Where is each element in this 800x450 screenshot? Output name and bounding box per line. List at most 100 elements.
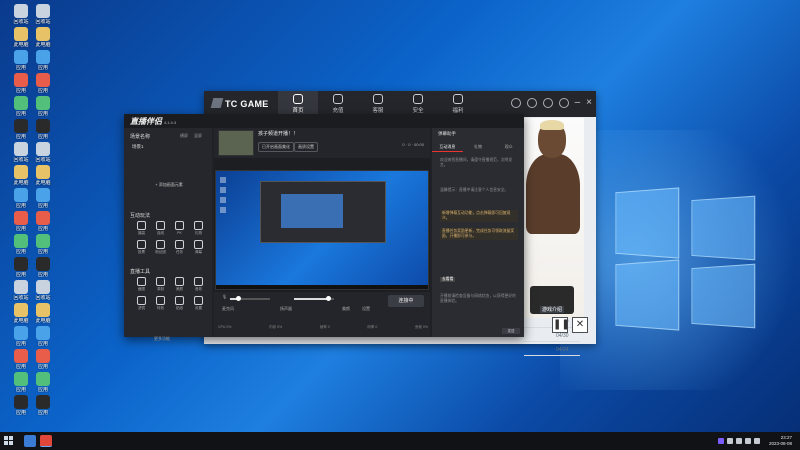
scene-label: 场景名称	[130, 134, 151, 140]
mic-icon[interactable]: 🎙	[222, 294, 227, 299]
speaker-slider[interactable]	[294, 296, 334, 301]
desktop-shortcut[interactable]: 应用	[30, 395, 56, 416]
desktop-shortcut[interactable]: 应用	[30, 119, 56, 140]
tray-notification-icon[interactable]	[753, 438, 760, 444]
tray-app-icon[interactable]	[717, 438, 724, 444]
desktop-shortcut[interactable]: 应用	[30, 211, 56, 232]
tool-button[interactable]: PK	[170, 221, 189, 236]
add-source-button[interactable]: + 添加画面元素	[138, 181, 200, 189]
tool-button[interactable]: 设置	[189, 296, 208, 311]
tool-button[interactable]: 弹幕	[189, 240, 208, 255]
tool-button[interactable]: 礼物	[189, 221, 208, 236]
scene-tab-portrait[interactable]: 竖屏	[194, 133, 202, 139]
scene-tab-landscape[interactable]: 横屏	[180, 133, 188, 139]
tc-logo: TC GAME	[210, 98, 269, 109]
danmu-panel-title: 弹幕助手	[438, 131, 456, 136]
tray-volume-icon[interactable]	[735, 438, 742, 444]
speaker-slider-knob[interactable]	[326, 296, 331, 301]
send-button[interactable]: 发送	[502, 328, 520, 334]
recycle-bin-icon	[36, 4, 50, 18]
desktop-shortcut-label: 此电脑	[35, 42, 51, 48]
settings-icon[interactable]	[558, 98, 569, 108]
tc-record-date[interactable]: 04/24	[556, 347, 569, 353]
desktop-shortcut[interactable]: 应用	[30, 188, 56, 209]
desktop-shortcut[interactable]: 应用	[30, 372, 56, 393]
desktop-shortcut[interactable]: 此电脑	[30, 27, 56, 48]
desktop-shortcut[interactable]: 应用	[30, 326, 56, 347]
taskbar-app-icon[interactable]	[40, 435, 52, 447]
folder-icon	[14, 165, 28, 179]
scene-item[interactable]: 场景1	[132, 144, 144, 150]
beauty-status-chip[interactable]: 已开启画面美化	[258, 142, 294, 152]
go-live-button[interactable]: 连接中	[388, 295, 424, 307]
tray-network-icon[interactable]	[726, 438, 733, 444]
more-functions-link[interactable]: 更多功能	[154, 336, 170, 342]
minimize-icon[interactable]: –	[575, 98, 581, 108]
stream-preview[interactable]	[215, 170, 429, 290]
tc-nav-icon	[373, 94, 383, 104]
room-title[interactable]: 孩子频道开播！！	[258, 130, 298, 137]
tool-button[interactable]: 投票	[132, 240, 151, 255]
tool-button[interactable]: 粉丝团	[151, 240, 170, 255]
app-icon	[14, 96, 28, 110]
stream-header[interactable]: 直播伴侣 4.1.0.3	[124, 114, 524, 128]
app-icon	[36, 349, 50, 363]
tc-record-date[interactable]: 04/30	[556, 333, 569, 339]
desktop-shortcut[interactable]: 回收站	[30, 142, 56, 163]
beauty-label[interactable]: 美颜	[342, 306, 350, 312]
settings-label[interactable]: 设置	[362, 306, 370, 312]
danmu-tab[interactable]: 礼物	[463, 142, 494, 152]
tool-button[interactable]: 特效	[151, 296, 170, 311]
tool-button[interactable]: 录制	[151, 277, 170, 292]
app-icon	[14, 50, 28, 64]
tool-button[interactable]: 贴纸	[170, 296, 189, 311]
stop-button[interactable]: ✕	[572, 317, 588, 333]
taskbar-clock[interactable]: 23:27 2023-08-08	[769, 435, 792, 447]
desktop-shortcut[interactable]: 应用	[30, 349, 56, 370]
tc-nav-icon	[333, 94, 343, 104]
room-cover-thumbnail[interactable]	[218, 130, 254, 156]
tool-button[interactable]: 美颜	[170, 277, 189, 292]
desktop-shortcut[interactable]: 应用	[30, 96, 56, 117]
tool-icon	[156, 221, 165, 230]
danmu-tab[interactable]: 观众	[493, 142, 524, 152]
desktop-shortcut[interactable]: 应用	[30, 234, 56, 255]
start-button[interactable]	[4, 436, 14, 446]
desktop-shortcut[interactable]: 此电脑	[30, 303, 56, 324]
tool-button[interactable]: 连线	[151, 221, 170, 236]
desktop-shortcut[interactable]: 应用	[30, 257, 56, 278]
pause-button[interactable]: ❚❚	[552, 317, 570, 333]
tool-button[interactable]: 截图	[132, 277, 151, 292]
tool-button[interactable]: 滤镜	[132, 296, 151, 311]
poster-tag[interactable]: 游戏介绍	[540, 306, 565, 313]
tool-button[interactable]: 任务	[170, 240, 189, 255]
desktop-shortcut[interactable]: 回收站	[30, 280, 56, 301]
danmu-tab[interactable]: 互动消息	[432, 142, 463, 152]
desktop-shortcut[interactable]: 应用	[30, 50, 56, 71]
desktop-shortcut[interactable]: 应用	[30, 73, 56, 94]
app-icon	[36, 234, 50, 248]
quality-chip[interactable]: 画质设置	[294, 142, 318, 152]
help-icon[interactable]	[526, 98, 537, 108]
taskbar-app-icon[interactable]	[24, 435, 36, 447]
danmu-message: 温馨提示：直播中请注意个人信息安全。	[440, 188, 509, 192]
tool-label: 美颜	[176, 287, 183, 291]
game-poster[interactable]: 游戏介绍	[520, 118, 584, 318]
mic-slider-knob[interactable]	[236, 296, 241, 301]
view-button[interactable]: 去看看	[440, 277, 456, 282]
fire-icon[interactable]	[510, 98, 521, 108]
desktop-shortcut-label: 应用	[37, 111, 48, 117]
desktop-shortcut[interactable]: 回收站	[30, 4, 56, 25]
app-icon	[14, 73, 28, 87]
tool-button[interactable]: 音效	[189, 277, 208, 292]
tool-button[interactable]: 福袋	[132, 221, 151, 236]
danmu-message: 新增弹幕互动功能，点击弹幕即可回复观众。	[440, 210, 518, 222]
desktop-shortcut[interactable]: 此电脑	[30, 165, 56, 186]
desktop-shortcut-label: 应用	[37, 134, 48, 140]
tray-ime-icon[interactable]	[744, 438, 751, 444]
avatar-icon[interactable]	[542, 98, 553, 108]
mic-slider[interactable]	[230, 296, 270, 301]
desktop-shortcut-label: 回收站	[35, 157, 51, 163]
tc-nav-icon	[293, 94, 303, 104]
close-icon[interactable]: ×	[586, 98, 592, 108]
